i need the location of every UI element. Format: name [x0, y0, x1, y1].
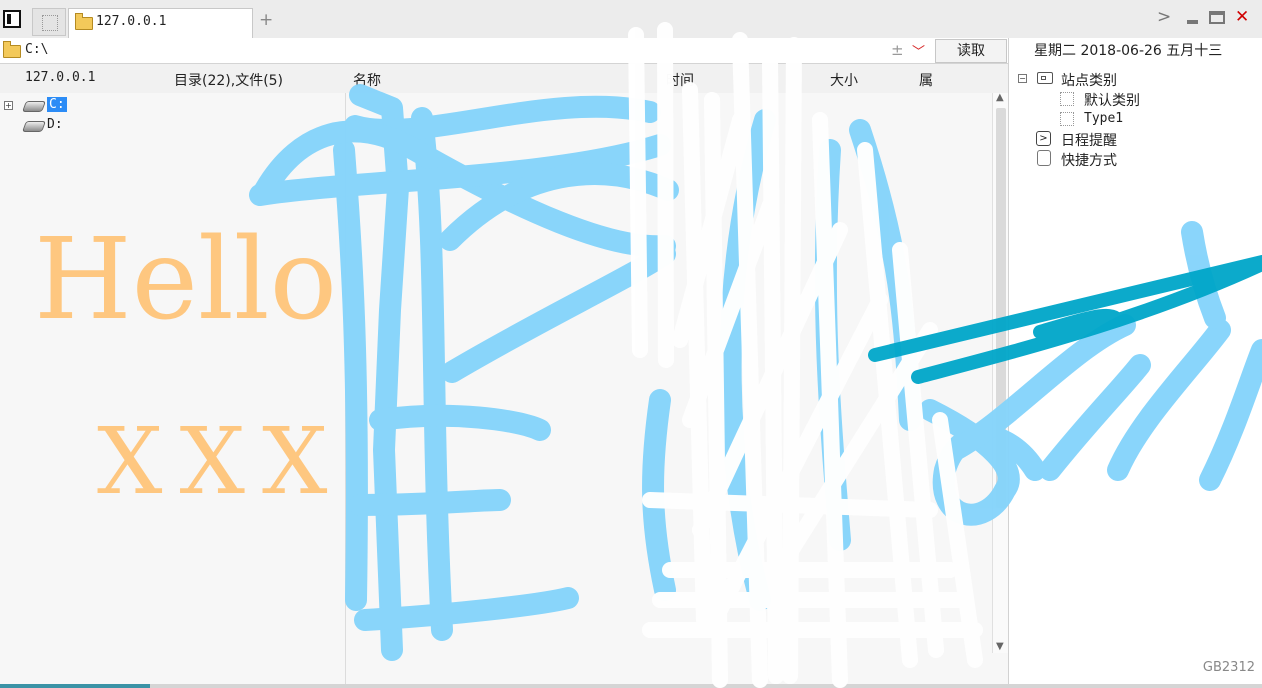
count-label: 目录(22),文件(5): [174, 73, 284, 89]
column-header: 127.0.0.1 目录(22),文件(5) 名称 时间 大小 属: [0, 64, 1008, 94]
tab-127-0-0-1[interactable]: 127.0.0.1: [68, 8, 253, 38]
minimize-icon[interactable]: [1187, 20, 1198, 24]
plus-minus-icon[interactable]: ±: [891, 41, 904, 59]
chevron-down-icon[interactable]: ﹀: [912, 41, 925, 60]
right-panel: 星期二 2018-06-26 五月十三 − 站点类别 默认类别 Type1 > …: [1008, 38, 1262, 685]
app-icon[interactable]: [3, 10, 21, 28]
drive-label-d[interactable]: D:: [47, 117, 63, 132]
address-bar: C:\ ± ﹀ 读取: [0, 38, 1008, 64]
type1-icon: [1060, 112, 1074, 126]
hard-drive-icon: [21, 121, 47, 132]
read-button[interactable]: 读取: [935, 39, 1007, 63]
bottom-strip: [0, 684, 1262, 688]
file-list-pane: [346, 93, 1008, 685]
scroll-down-icon[interactable]: ▼: [996, 641, 1004, 652]
type1-label: Type1: [1084, 111, 1124, 126]
tab-bar: 127.0.0.1 + > ✕: [0, 0, 1262, 39]
drive-tree-pane: + C: D:: [0, 93, 346, 685]
folder-icon: [75, 13, 93, 30]
tab-empty[interactable]: [32, 8, 66, 36]
add-tab-icon[interactable]: +: [259, 10, 273, 30]
blank-tab-icon: [42, 15, 58, 31]
schedule-icon: >: [1036, 131, 1051, 146]
column-attr[interactable]: 属: [919, 70, 933, 90]
expand-icon[interactable]: +: [4, 101, 13, 110]
column-name[interactable]: 名称: [353, 70, 381, 90]
default-category-icon: [1060, 92, 1074, 106]
scrollbar[interactable]: ▲ ▼: [992, 92, 1009, 653]
date-line: 星期二 2018-06-26 五月十三: [1034, 43, 1223, 59]
schedule-label: 日程提醒: [1061, 133, 1117, 149]
address-input[interactable]: C:\: [25, 42, 48, 57]
scroll-thumb[interactable]: [996, 108, 1006, 508]
collapse-icon[interactable]: −: [1018, 74, 1027, 83]
default-category-label: 默认类别: [1084, 93, 1140, 109]
maximize-icon[interactable]: [1209, 11, 1225, 24]
site-category-label: 站点类别: [1061, 73, 1117, 89]
folder-icon: [3, 41, 21, 58]
close-icon[interactable]: ✕: [1235, 7, 1249, 27]
host-label: 127.0.0.1: [25, 70, 96, 85]
chevron-right-icon[interactable]: >: [1157, 7, 1171, 27]
drive-label-c[interactable]: C:: [47, 97, 67, 112]
encoding-status: GB2312: [1202, 660, 1255, 675]
column-size[interactable]: 大小: [830, 70, 858, 90]
scroll-up-icon[interactable]: ▲: [996, 92, 1004, 103]
column-time[interactable]: 时间: [666, 70, 694, 90]
shortcut-icon: [1037, 150, 1051, 166]
site-category-icon: [1037, 72, 1053, 84]
shortcut-label: 快捷方式: [1061, 153, 1117, 169]
tab-title: 127.0.0.1: [96, 14, 167, 29]
hard-drive-icon: [21, 101, 47, 112]
